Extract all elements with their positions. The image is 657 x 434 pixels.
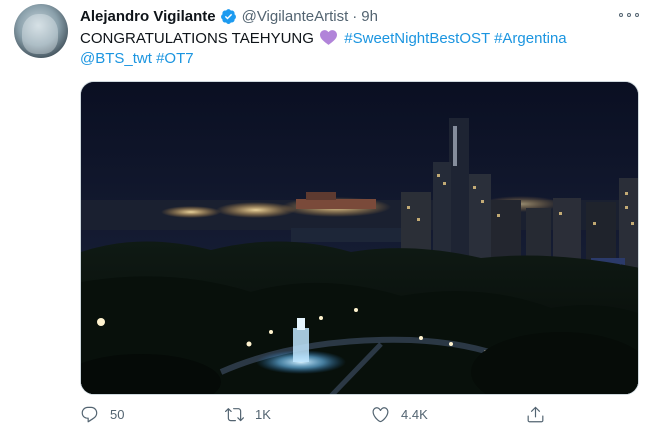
tweet-timestamp[interactable]: 9h [361, 8, 378, 25]
night-city-photo [81, 82, 638, 394]
tweet-photo[interactable] [80, 81, 639, 395]
like-button[interactable]: 4.4K [371, 405, 428, 424]
author-handle[interactable]: @VigilanteArtist [242, 8, 349, 25]
like-heart-icon [372, 407, 389, 423]
more-options-icon[interactable] [619, 9, 639, 21]
author-name[interactable]: Alejandro Vigilante [80, 8, 216, 25]
retweet-count: 1K [255, 407, 271, 422]
reply-button[interactable]: 50 [80, 405, 124, 424]
hashtag-sweetnightbestost[interactable]: #SweetNightBestOST [344, 30, 490, 47]
verified-badge-icon [220, 8, 236, 24]
tweet-text-prefix: CONGRATULATIONS TAEHYUNG [80, 30, 314, 47]
tweet-header: Alejandro Vigilante @VigilanteArtist · 9… [80, 6, 378, 26]
hashtag-ot7[interactable]: #OT7 [156, 50, 194, 67]
share-icon [527, 406, 544, 423]
share-button[interactable] [526, 405, 545, 424]
retweet-icon [225, 408, 244, 422]
mention-bts-twt[interactable]: @BTS_twt [80, 50, 152, 67]
tweet-text: CONGRATULATIONS TAEHYUNG #SweetNightBest… [80, 29, 620, 69]
reply-icon [81, 406, 98, 423]
retweet-button[interactable]: 1K [225, 405, 271, 424]
reply-count: 50 [110, 407, 125, 422]
purple-heart-icon [320, 30, 338, 45]
avatar[interactable] [14, 4, 68, 58]
hashtag-argentina[interactable]: #Argentina [494, 30, 567, 47]
tweet-actions: 50 1K 4.4K [80, 405, 640, 429]
like-count: 4.4K [401, 407, 428, 422]
separator-dot: · [352, 7, 358, 25]
